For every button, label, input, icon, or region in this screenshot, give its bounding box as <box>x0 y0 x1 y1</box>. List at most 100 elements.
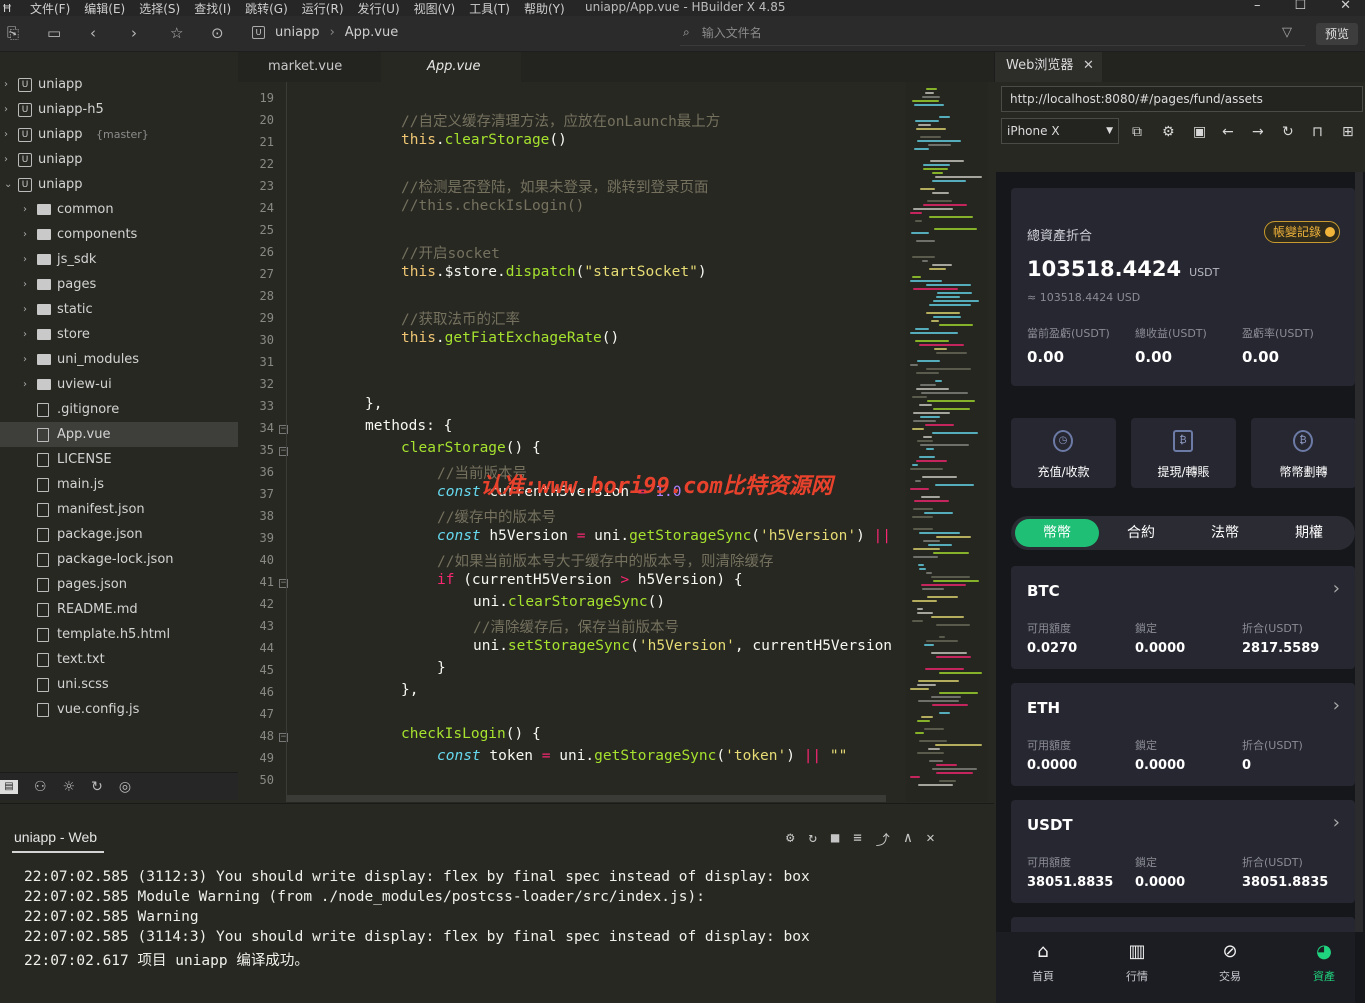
restart-icon[interactable]: ↻ <box>808 830 816 850</box>
back-icon[interactable]: ‹ <box>90 25 96 41</box>
maximize-button[interactable]: ☐ <box>1294 0 1306 13</box>
tree-item-store[interactable]: › store <box>0 322 238 347</box>
menu-tools[interactable]: 工具(T) <box>469 0 510 17</box>
tab-home[interactable]: ⌂ 首頁 <box>1013 940 1073 984</box>
tab-web-browser[interactable]: Web浏览器 ✕ <box>995 52 1102 82</box>
back-arrow-icon[interactable]: ← <box>1222 124 1234 140</box>
tree-item-uview-ui[interactable]: › uview-ui <box>0 372 238 397</box>
menu-find[interactable]: 查找(I) <box>194 0 231 17</box>
tree-item-common[interactable]: › common <box>0 197 238 222</box>
tab-market-vue[interactable]: market.vue <box>268 52 342 82</box>
segment-fiat[interactable]: 法幣 <box>1183 516 1267 550</box>
forward-icon[interactable]: › <box>131 25 137 41</box>
close-tab-icon[interactable]: ✕ <box>1083 52 1094 80</box>
tree-item-pages[interactable]: › pages <box>0 272 238 297</box>
tree-item-uniapp[interactable]: › Uuniapp {master} <box>0 122 238 147</box>
breadcrumb-project[interactable]: uniapp <box>275 25 320 40</box>
menu-goto[interactable]: 跳转(G) <box>245 0 288 17</box>
tree-item-template-h5-html[interactable]: template.h5.html <box>0 622 238 647</box>
tree-item-main-js[interactable]: main.js <box>0 472 238 497</box>
bug-icon[interactable]: ☼ <box>63 779 76 795</box>
chevron-right-icon[interactable]: › <box>23 354 27 365</box>
tab-trade[interactable]: ⊘ 交易 <box>1200 940 1260 984</box>
menu-view[interactable]: 视图(V) <box>414 0 456 17</box>
device-select[interactable]: iPhone X ▼ <box>1001 118 1119 144</box>
debug-icon[interactable]: ⚇ <box>34 779 47 795</box>
menu-select[interactable]: 选择(S) <box>139 0 180 17</box>
console-title[interactable]: uniapp - Web <box>14 829 97 845</box>
chevron-right-icon[interactable]: › <box>23 279 27 290</box>
plugin-icon[interactable]: ↻ <box>91 779 103 795</box>
new-file-icon[interactable]: ⎘ <box>7 25 19 41</box>
withdraw-button[interactable]: ₿ 提現/轉賬 <box>1131 418 1236 488</box>
tab-market[interactable]: ▥ 行情 <box>1107 940 1167 984</box>
horizontal-scrollbar[interactable] <box>286 795 886 802</box>
save-icon[interactable]: ▭ <box>47 25 61 41</box>
globe-icon[interactable]: ◎ <box>119 779 131 795</box>
coin-card-btc[interactable]: BTC › 可用額度 鎖定 折合(USDT) 0.0270 0.0000 281… <box>1011 566 1355 669</box>
minimize-button[interactable]: – <box>1254 0 1261 13</box>
chevron-right-icon[interactable]: › <box>4 154 8 165</box>
url-input[interactable]: http://localhost:8080/#/pages/fund/asset… <box>1001 86 1363 112</box>
transfer-button[interactable]: ₿ 幣幣劃轉 <box>1251 418 1356 488</box>
tree-item-package-json[interactable]: package.json <box>0 522 238 547</box>
tree-item-static[interactable]: › static <box>0 297 238 322</box>
code-editor[interactable]: 19 20 21 22 23 24 25 26 27 28 29 30 31 32 33 34−35−36 37… <box>238 82 994 802</box>
files-icon[interactable]: ▤ <box>0 779 18 794</box>
coin-card-usdt[interactable]: USDT › 可用額度 鎖定 折合(USDT) 38051.8835 0.000… <box>1011 800 1355 903</box>
tree-item-pages-json[interactable]: pages.json <box>0 572 238 597</box>
chevron-right-icon[interactable]: › <box>23 329 27 340</box>
settings-icon[interactable]: ⚙ <box>1162 124 1175 140</box>
chevron-right-icon[interactable]: › <box>4 79 8 90</box>
menu-edit[interactable]: 编辑(E) <box>84 0 125 17</box>
chevron-right-icon[interactable]: › <box>23 204 27 215</box>
tree-item-readme-md[interactable]: README.md <box>0 597 238 622</box>
tree-item-uniapp[interactable]: › Uuniapp <box>0 72 238 97</box>
coin-card-eth[interactable]: ETH › 可用額度 鎖定 折合(USDT) 0.0000 0.0000 0 <box>1011 683 1355 786</box>
tree-item-package-lock-json[interactable]: package-lock.json <box>0 547 238 572</box>
tree-item-uni-modules[interactable]: › uni_modules <box>0 347 238 372</box>
deposit-button[interactable]: ◷ 充值/收款 <box>1011 418 1116 488</box>
tab-assets[interactable]: ◕ 資產 <box>1294 940 1354 984</box>
chevron-right-icon[interactable]: › <box>23 229 27 240</box>
collapse-icon[interactable]: ∧ <box>904 830 912 850</box>
history-badge-button[interactable]: 帳變記錄 <box>1264 221 1340 243</box>
qrcode-icon[interactable]: ⊞ <box>1342 124 1354 140</box>
close-window-button[interactable]: ✕ <box>1340 0 1351 13</box>
tree-item-manifest-json[interactable]: manifest.json <box>0 497 238 522</box>
tree-item-vue-config-js[interactable]: vue.config.js <box>0 697 238 722</box>
refresh-icon[interactable]: ↻ <box>1282 124 1294 140</box>
chevron-right-icon[interactable]: › <box>4 104 8 115</box>
file-search-input[interactable]: ⌕ 输入文件名 <box>680 20 1305 46</box>
segment-spot[interactable]: 幣幣 <box>1015 519 1099 547</box>
tree-item-app-vue[interactable]: App.vue <box>0 422 238 447</box>
tree-item-gitignore[interactable]: .gitignore <box>0 397 238 422</box>
lock-icon[interactable]: ⊓ <box>1312 124 1323 140</box>
clear-icon[interactable]: ≡ <box>853 830 861 850</box>
tree-item-license[interactable]: LICENSE <box>0 447 238 472</box>
popout-icon[interactable]: ⧉ <box>1132 124 1142 140</box>
phone-scrollbar[interactable] <box>1355 172 1363 932</box>
menu-help[interactable]: 帮助(Y) <box>524 0 565 17</box>
menu-file[interactable]: 文件(F) <box>30 0 70 17</box>
close-console-icon[interactable]: ✕ <box>926 830 934 850</box>
tree-item-uni-scss[interactable]: uni.scss <box>0 672 238 697</box>
star-icon[interactable]: ☆ <box>170 25 183 41</box>
stop-icon[interactable]: ■ <box>831 830 839 850</box>
chevron-right-icon[interactable]: › <box>4 129 8 140</box>
breadcrumb-file[interactable]: App.vue <box>345 25 398 40</box>
tree-item-uniapp-h5[interactable]: › Uuniapp-h5 <box>0 97 238 122</box>
open-external-icon[interactable]: ⤴ <box>876 830 890 850</box>
segment-options[interactable]: 期權 <box>1267 516 1351 550</box>
tab-app-vue[interactable]: App.vue <box>381 52 521 82</box>
menu-publish[interactable]: 发行(U) <box>358 0 400 17</box>
preview-button[interactable]: 预览 <box>1316 23 1358 45</box>
tree-item-uniapp[interactable]: ⌄ Uuniapp <box>0 172 238 197</box>
chevron-down-icon[interactable]: ⌄ <box>4 179 12 190</box>
tree-item-uniapp[interactable]: › Uuniapp <box>0 147 238 172</box>
tree-item-text-txt[interactable]: text.txt <box>0 647 238 672</box>
tree-item-components[interactable]: › components <box>0 222 238 247</box>
menu-run[interactable]: 运行(R) <box>302 0 344 17</box>
segment-contract[interactable]: 合約 <box>1099 516 1183 550</box>
run-icon[interactable]: ⊙ <box>211 25 224 41</box>
